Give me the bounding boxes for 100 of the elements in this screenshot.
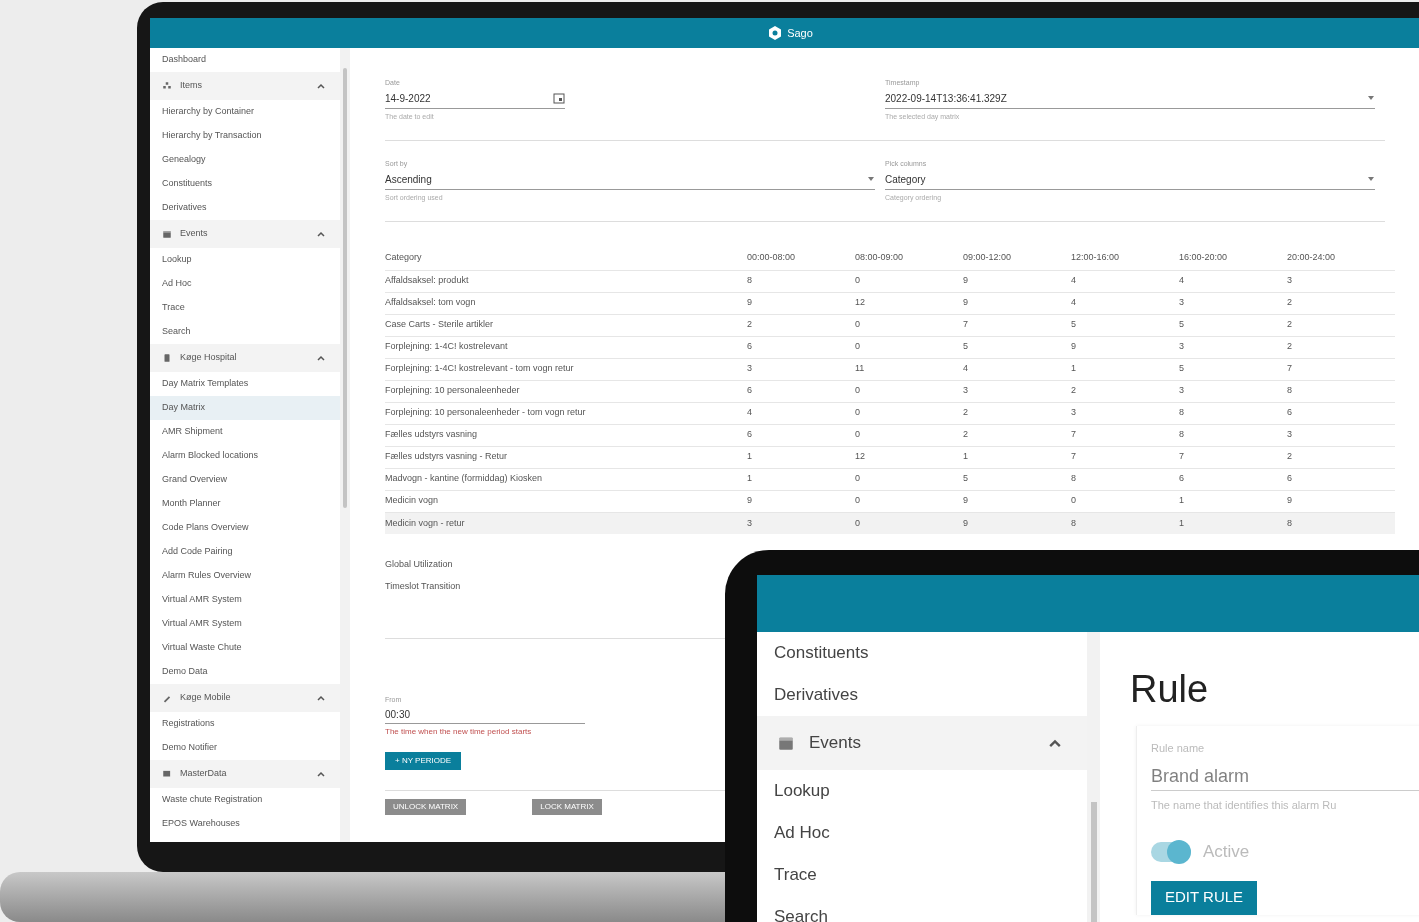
table-cell: 9 — [963, 270, 1071, 292]
table-cell: 9 — [1071, 336, 1179, 358]
table-cell: 4 — [1179, 270, 1287, 292]
table-cell: 6 — [747, 424, 855, 446]
add-period-button[interactable]: + NY PERIODE — [385, 751, 462, 770]
sidebar-item[interactable]: EPOS Warehouses — [150, 812, 340, 836]
sidebar-item[interactable]: Ad Hoc — [757, 812, 1087, 854]
table-cell: 1 — [747, 468, 855, 490]
table-cell: 8 — [1179, 402, 1287, 424]
table-cell: 2 — [963, 424, 1071, 446]
sidebar-item[interactable]: Constituents — [150, 172, 340, 196]
table-cell: 7 — [1071, 424, 1179, 446]
sidebar-item[interactable]: Ad Hoc — [150, 272, 340, 296]
table-cell: 9 — [1287, 490, 1395, 512]
edit-rule-button[interactable]: EDIT RULE — [1151, 880, 1258, 915]
table-cell: Forplejning: 10 personaleenheder — [385, 380, 747, 402]
date-field[interactable]: 14-9-2022 — [385, 88, 565, 109]
table-cell: Medicin vogn - retur — [385, 512, 747, 534]
table-cell: 6 — [1287, 468, 1395, 490]
sidebar-item[interactable]: Search — [757, 896, 1087, 922]
table-cell: Madvogn - kantine (formiddag) Kiosken — [385, 468, 747, 490]
table-cell: 6 — [747, 336, 855, 358]
table-cell: 0 — [855, 270, 963, 292]
select-field[interactable]: 2022-09-14T13:36:41.329Z — [885, 88, 1375, 109]
table-cell: 1 — [963, 446, 1071, 468]
table-cell: 5 — [1179, 358, 1287, 380]
table-cell: 9 — [747, 490, 855, 512]
table-cell: 2 — [963, 402, 1071, 424]
column-header: 08:00-09:00 — [855, 246, 963, 270]
table-cell: 5 — [1179, 314, 1287, 336]
table-cell: 0 — [855, 424, 963, 446]
dropdown-arrow-icon[interactable] — [867, 175, 875, 183]
sidebar-item[interactable]: Demo Data — [150, 660, 340, 684]
sidebar-item[interactable]: Trace — [757, 854, 1087, 896]
table-cell: 0 — [855, 468, 963, 490]
sidebar-item[interactable]: Day Matrix Templates — [150, 372, 340, 396]
link[interactable]: Global Utilization — [385, 554, 453, 576]
chevron-up-icon[interactable] — [316, 229, 326, 239]
table-cell: 0 — [855, 380, 963, 402]
sidebar-item[interactable]: Genealogy — [150, 148, 340, 172]
sidebar-item[interactable]: Virtual AMR System — [150, 588, 340, 612]
time-field[interactable]: 00:30 — [385, 705, 585, 724]
sidebar-item[interactable]: Derivatives — [757, 674, 1087, 716]
sidebar-item[interactable]: Month Planner — [150, 492, 340, 516]
dropdown-arrow-icon[interactable] — [1367, 175, 1375, 183]
select-field[interactable]: Category — [885, 169, 1375, 190]
sidebar-item[interactable]: Lookup — [757, 770, 1087, 812]
sidebar-item[interactable]: Waste chute Registration — [150, 788, 340, 812]
sidebar-item[interactable]: Registrations — [150, 712, 340, 736]
chevron-up-icon[interactable] — [316, 693, 326, 703]
chevron-up-icon[interactable] — [316, 81, 326, 91]
table-cell: 9 — [747, 292, 855, 314]
table-cell: 8 — [747, 270, 855, 292]
sidebar-item[interactable]: Trace — [150, 296, 340, 320]
table-cell: 3 — [1287, 270, 1395, 292]
table-cell: 12 — [855, 446, 963, 468]
table-cell: 8 — [1287, 380, 1395, 402]
sidebar-item[interactable]: Day Matrix — [150, 396, 340, 420]
toggle-switch[interactable] — [1151, 841, 1191, 862]
sidebar-item[interactable]: Code Plans Overview — [150, 516, 340, 540]
sidebar-item[interactable]: Constituents — [757, 632, 1087, 674]
table-cell: 8 — [1179, 424, 1287, 446]
dropdown-arrow-icon[interactable] — [1367, 94, 1375, 102]
column-header: 20:00-24:00 — [1287, 246, 1395, 270]
sidebar-item[interactable]: Virtual AMR System — [150, 612, 340, 636]
sidebar-item[interactable]: Demo Notifier — [150, 736, 340, 760]
calendar-icon[interactable] — [553, 92, 565, 104]
table-cell: 6 — [1179, 468, 1287, 490]
table-cell: Fælles udstyrs vasning — [385, 424, 747, 446]
table-cell: 3 — [747, 358, 855, 380]
link[interactable]: Timeslot Transition — [385, 576, 461, 598]
table-cell: 7 — [1287, 358, 1395, 380]
table-cell: 8 — [1287, 512, 1395, 534]
section-icon — [162, 769, 172, 779]
table-cell: 5 — [963, 336, 1071, 358]
chevron-up-icon[interactable] — [316, 353, 326, 363]
sidebar-item[interactable]: Dashboard — [150, 48, 340, 72]
table-cell: 3 — [1179, 380, 1287, 402]
sidebar-item[interactable]: Alarm Blocked locations — [150, 444, 340, 468]
sidebar-item[interactable]: Grand Overview — [150, 468, 340, 492]
table-cell: 0 — [855, 402, 963, 424]
sidebar-item[interactable]: Virtual Waste Chute — [150, 636, 340, 660]
table-cell: 1 — [747, 446, 855, 468]
chevron-up-icon[interactable] — [316, 769, 326, 779]
sidebar-item[interactable]: Hierarchy by Transaction — [150, 124, 340, 148]
table-cell: 3 — [1179, 336, 1287, 358]
sidebar-item[interactable]: Alarm Rules Overview — [150, 564, 340, 588]
table-cell: 0 — [1071, 490, 1179, 512]
sidebar-item[interactable]: Derivatives — [150, 196, 340, 220]
sidebar-item[interactable]: Search — [150, 320, 340, 344]
text-field[interactable]: Brand alarm — [1151, 762, 1419, 791]
sidebar-item[interactable]: Hierarchy by Container — [150, 100, 340, 124]
sidebar-item[interactable]: AMR Shipment — [150, 420, 340, 444]
helper-text: The name that identifies this alarm Ru — [1151, 797, 1338, 813]
table-cell: 4 — [1071, 292, 1179, 314]
sidebar-item[interactable]: Add Code Pairing — [150, 540, 340, 564]
sidebar-item[interactable]: Lookup — [150, 248, 340, 272]
select-field[interactable]: Ascending — [385, 169, 875, 190]
logo-icon — [767, 25, 784, 41]
table-cell: Forplejning: 1-4C! kostrelevant - tom vogn retur — [385, 358, 747, 380]
